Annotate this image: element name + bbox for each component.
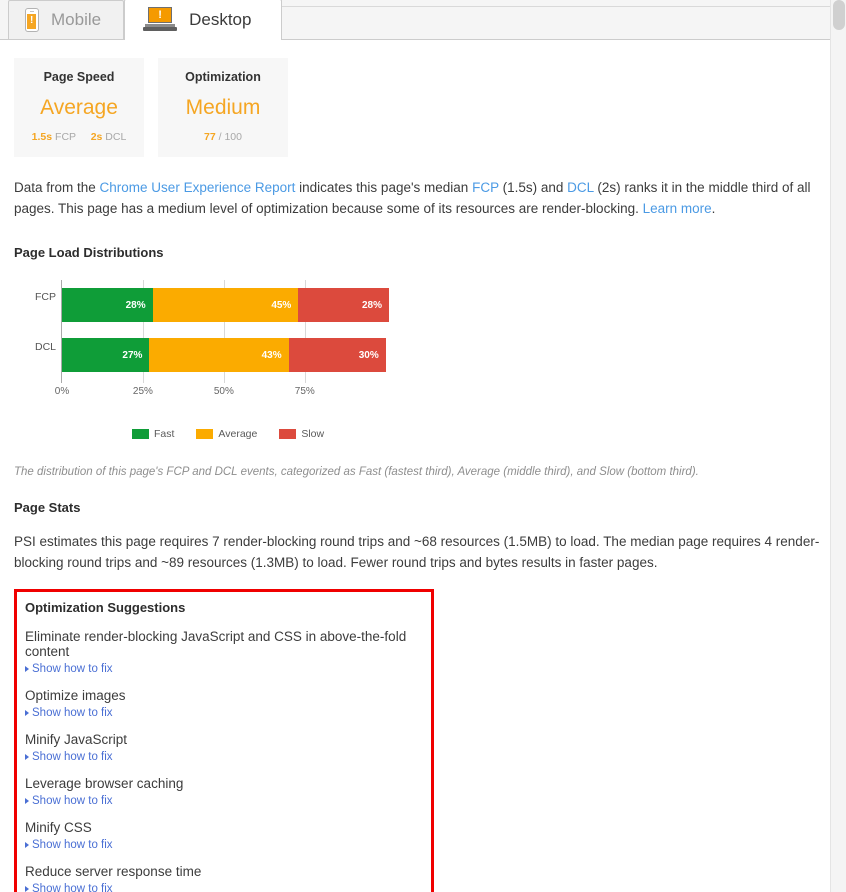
chart-plot-area: 28% 45% 28% 27% 43% 30%	[62, 280, 389, 380]
suggestion-name: Reduce server response time	[25, 864, 202, 879]
card-page-speed-title: Page Speed	[43, 70, 115, 84]
chart-segment-average: 45%	[152, 288, 299, 322]
chart-x-tick-label: 25%	[132, 386, 153, 397]
chart-row-label-fcp: FCP	[35, 291, 56, 303]
suggestion-name: Eliminate render-blocking JavaScript and…	[25, 629, 407, 659]
show-how-to-fix-label: Show how to fix	[32, 795, 113, 807]
chart-x-tick-label: 50%	[213, 386, 234, 397]
suggestion-item: Optimize images Show how to fix	[25, 688, 421, 719]
suggestion-item: Minify CSS Show how to fix	[25, 820, 421, 851]
dcl-value: 2s	[90, 131, 103, 143]
chart-bar-fcp: 28% 45% 28%	[62, 288, 389, 322]
suggestion-name: Optimize images	[25, 688, 126, 703]
legend-swatch-slow	[279, 429, 297, 439]
chart-segment-average: 43%	[149, 338, 289, 372]
optimization-suggestions-title: Optimization Suggestions	[25, 600, 186, 615]
page-stats-body: PSI estimates this page requires 7 rende…	[14, 534, 820, 570]
tab-desktop[interactable]: ! Desktop	[124, 0, 283, 40]
summary-paragraph: Data from the Chrome User Experience Rep…	[14, 177, 832, 219]
disclosure-triangle-icon	[25, 886, 29, 892]
page-content: Page Speed Average 1.5s FCP 2s DCL Optim…	[0, 58, 846, 892]
tab-strip-filler	[281, 6, 846, 39]
chart-segment-slow: 30%	[288, 338, 386, 372]
suggestion-item: Minify JavaScript Show how to fix	[25, 732, 421, 763]
intro-text-3: (1.5s) and	[498, 180, 568, 195]
card-page-speed: Page Speed Average 1.5s FCP 2s DCL	[14, 58, 144, 157]
suggestion-name: Minify JavaScript	[25, 732, 128, 747]
show-how-to-fix-link[interactable]: Show how to fix	[25, 707, 421, 719]
show-how-to-fix-link[interactable]: Show how to fix	[25, 663, 421, 675]
show-how-to-fix-link[interactable]: Show how to fix	[25, 883, 421, 892]
page-load-distribution-chart: FCP DCL 28% 45% 28% 27% 43% 30% 0% 25% 50% 75%	[14, 272, 414, 422]
laptop-warning-icon: !	[143, 7, 178, 33]
chart-caption: The distribution of this page's FCP and …	[14, 466, 699, 478]
card-page-speed-metrics: 1.5s FCP 2s DCL	[22, 131, 136, 143]
chart-row-label-dcl: DCL	[34, 341, 56, 353]
card-optimization-title: Optimization	[185, 70, 261, 84]
show-how-to-fix-label: Show how to fix	[32, 751, 113, 763]
card-optimization-grade: Medium	[185, 96, 261, 119]
show-how-to-fix-label: Show how to fix	[32, 883, 113, 892]
optimization-score: 77	[204, 131, 216, 143]
show-how-to-fix-link[interactable]: Show how to fix	[25, 795, 421, 807]
chart-segment-fast: 28%	[62, 288, 153, 322]
suggestion-name: Minify CSS	[25, 820, 92, 835]
legend-item: Fast	[132, 428, 174, 440]
card-optimization: Optimization Medium 77 / 100	[158, 58, 288, 157]
link-chrome-ux-report[interactable]: Chrome User Experience Report	[100, 180, 296, 195]
chart-bar-dcl: 27% 43% 30%	[62, 338, 389, 372]
suggestion-item: Eliminate render-blocking JavaScript and…	[25, 629, 421, 675]
disclosure-triangle-icon	[25, 842, 29, 848]
legend-label: Average	[218, 428, 258, 440]
tab-mobile-label: Mobile	[51, 10, 102, 29]
intro-text-5: .	[711, 201, 716, 216]
card-page-speed-grade: Average	[40, 96, 118, 119]
suggestion-name: Leverage browser caching	[25, 776, 184, 791]
intro-text-2: indicates this page's median	[295, 180, 473, 195]
disclosure-triangle-icon	[25, 666, 29, 672]
vertical-scrollbar[interactable]	[830, 0, 846, 892]
mobile-phone-warning-icon: !	[25, 8, 39, 32]
disclosure-triangle-icon	[25, 710, 29, 716]
tab-strip: ! Mobile ! Desktop	[0, 0, 846, 40]
fcp-label: FCP	[55, 131, 76, 143]
disclosure-triangle-icon	[25, 798, 29, 804]
score-cards: Page Speed Average 1.5s FCP 2s DCL Optim…	[14, 58, 832, 157]
scrollbar-thumb[interactable]	[833, 0, 845, 30]
legend-item: Slow	[279, 428, 324, 440]
legend-swatch-fast	[132, 429, 149, 439]
fcp-value: 1.5s	[31, 131, 53, 143]
legend-swatch-average	[196, 429, 214, 439]
intro-text-1: Data from the	[14, 180, 100, 195]
chart-segment-fast: 27%	[62, 338, 150, 372]
chart-x-tick-label: 0%	[54, 386, 70, 397]
suggestion-item: Leverage browser caching Show how to fix	[25, 776, 421, 807]
link-dcl[interactable]: DCL	[567, 180, 594, 195]
link-learn-more[interactable]: Learn more	[643, 201, 712, 216]
optimization-suggestions-box: Optimization Suggestions Eliminate rende…	[14, 589, 434, 892]
tab-desktop-label: Desktop	[189, 10, 252, 29]
show-how-to-fix-label: Show how to fix	[32, 663, 113, 675]
page-stats-title: Page Stats	[14, 500, 81, 515]
page-load-distributions-title: Page Load Distributions	[14, 245, 164, 260]
card-optimization-metrics: 77 / 100	[166, 131, 280, 143]
chart-legend: Fast Average Slow	[132, 428, 832, 440]
legend-label: Fast	[154, 428, 175, 440]
link-fcp[interactable]: FCP	[472, 180, 499, 195]
chart-segment-slow: 28%	[298, 288, 389, 322]
show-how-to-fix-label: Show how to fix	[32, 707, 113, 719]
legend-item: Average	[196, 428, 257, 440]
optimization-suggestions-list: Eliminate render-blocking JavaScript and…	[25, 629, 421, 892]
suggestion-item: Reduce server response time Show how to f…	[25, 864, 421, 892]
tab-mobile[interactable]: ! Mobile	[8, 0, 125, 39]
show-how-to-fix-link[interactable]: Show how to fix	[25, 751, 421, 763]
optimization-score-max: / 100	[218, 131, 242, 143]
chart-x-tick-label: 75%	[294, 386, 315, 397]
legend-label: Slow	[301, 428, 325, 440]
show-how-to-fix-link[interactable]: Show how to fix	[25, 839, 421, 851]
disclosure-triangle-icon	[25, 754, 29, 760]
dcl-label: DCL	[105, 131, 127, 143]
show-how-to-fix-label: Show how to fix	[32, 839, 113, 851]
